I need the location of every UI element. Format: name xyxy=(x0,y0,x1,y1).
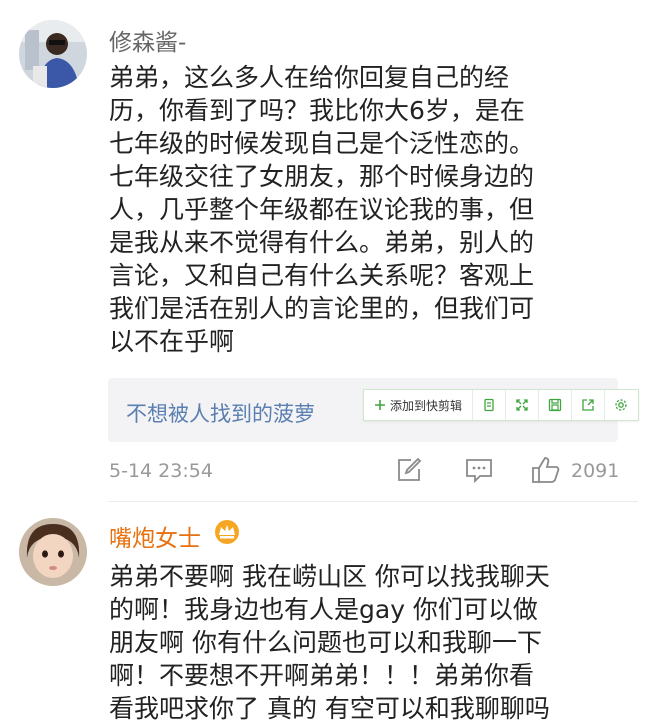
save-button[interactable] xyxy=(539,390,571,420)
avatar[interactable] xyxy=(19,518,87,586)
comment-icon xyxy=(466,459,492,484)
comment-timestamp: 5-14 23:54 xyxy=(109,460,213,482)
save-icon xyxy=(548,398,562,412)
thumbs-up-icon xyxy=(532,457,560,483)
copy-button[interactable] xyxy=(473,390,505,420)
clip-toolbar: 添加到快剪辑 xyxy=(363,389,639,421)
comment-text-line: 人，几乎整个年级都在议论我的事，但 xyxy=(109,195,535,224)
comment-username[interactable]: 修森酱- xyxy=(109,23,186,57)
comment-text-line: 是我从来不觉得有什么。弟弟，别人的 xyxy=(109,228,535,257)
comment-text-line: 的啊！我身边也有人是gay 你们可以做 xyxy=(109,595,538,624)
add-to-clip-button[interactable]: 添加到快剪辑 xyxy=(364,390,472,420)
comment-body: 弟弟，这么多人在给你回复自己的经 历，你看到了吗？我比你大6岁，是在 七年级的时… xyxy=(109,61,629,358)
comment-text-line: 朋友啊 你有什么问题也可以和我聊一下 xyxy=(109,628,542,657)
comment-body: 弟弟不要啊 我在崂山区 你可以找我聊天 的啊！我身边也有人是gay 你们可以做 … xyxy=(109,560,629,725)
comment-username[interactable]: 嘴炮女士 xyxy=(109,519,201,553)
plus-icon xyxy=(374,399,386,411)
share-icon xyxy=(581,398,595,412)
avatar[interactable] xyxy=(19,20,87,88)
comment-text-line: 历，你看到了吗？我比你大6岁，是在 xyxy=(109,96,525,125)
comment-text-line: 看我吧求你了 真的 有空可以和我聊聊吗 xyxy=(109,694,550,723)
edit-repost-icon xyxy=(398,458,422,481)
gear-icon xyxy=(614,398,628,412)
comment-text-line: 七年级的时候发现自己是个泛性恋的。 xyxy=(109,129,535,158)
comment-text-line: 弟弟，这么多人在给你回复自己的经 xyxy=(109,63,510,92)
comment-divider xyxy=(108,501,638,502)
reply-button[interactable] xyxy=(465,458,493,484)
add-to-clip-label: 添加到快剪辑 xyxy=(389,398,462,413)
comment-text-line: 以不在乎啊 xyxy=(109,327,235,356)
comment-text-line: 言论，又和自己有什么关系呢？客观上 xyxy=(109,261,535,290)
comment-text-line: 我们是活在别人的言论里的，但我们可 xyxy=(109,294,535,323)
like-count: 2091 xyxy=(571,460,620,482)
reply-author-link[interactable]: 不想被人找到的菠萝 xyxy=(126,398,315,428)
copy-icon xyxy=(482,398,496,412)
settings-button[interactable] xyxy=(605,390,637,420)
crown-badge-icon xyxy=(213,519,241,545)
like-button[interactable] xyxy=(531,456,561,484)
comment-text-line: 弟弟不要啊 我在崂山区 你可以找我聊天 xyxy=(109,562,550,591)
share-button[interactable] xyxy=(572,390,604,420)
comment-text-line: 七年级交往了女朋友，那个时候身边的 xyxy=(109,162,535,191)
comment-text-line: 啊！不要想不开啊弟弟！！！弟弟你看 xyxy=(109,661,535,690)
repost-button[interactable] xyxy=(397,458,423,482)
expand-icon xyxy=(515,398,529,412)
fullscreen-button[interactable] xyxy=(506,390,538,420)
